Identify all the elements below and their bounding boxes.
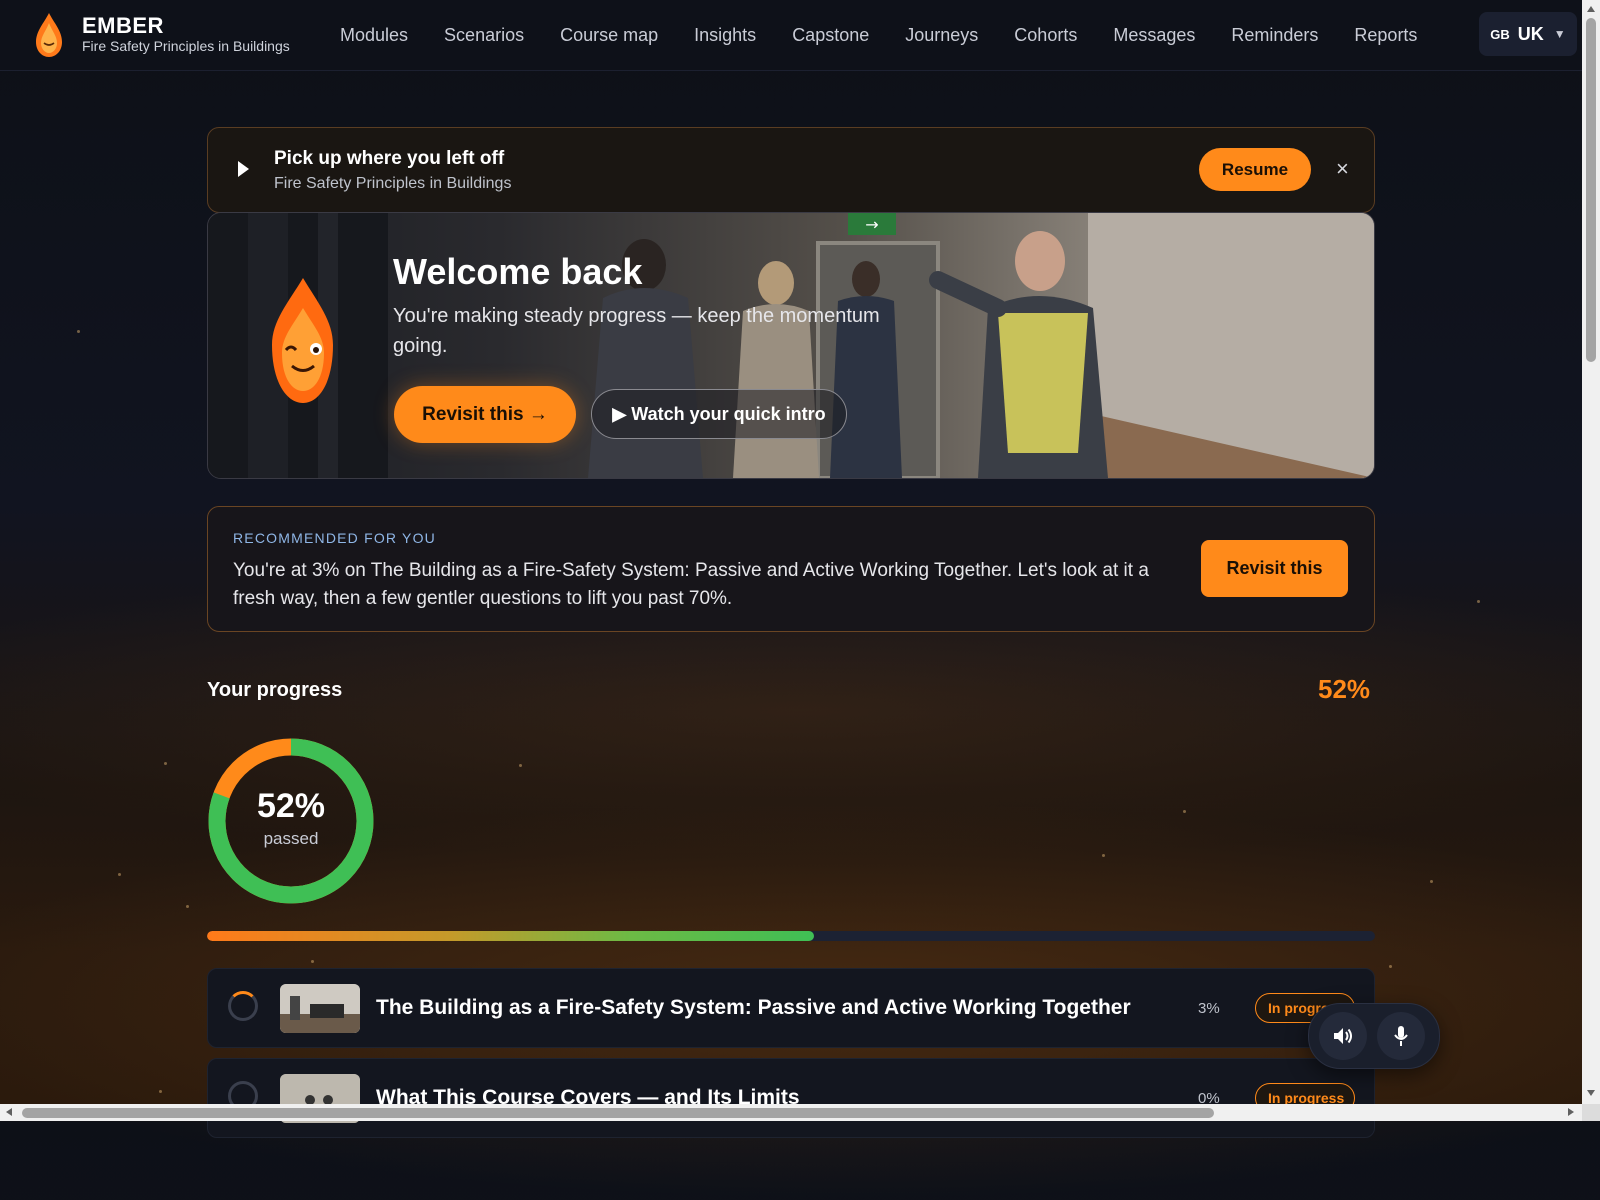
microphone-icon[interactable] bbox=[1377, 1012, 1425, 1060]
scroll-up-arrow[interactable] bbox=[1587, 6, 1595, 12]
nav-reminders[interactable]: Reminders bbox=[1231, 25, 1318, 46]
scroll-right-arrow[interactable] bbox=[1568, 1108, 1574, 1116]
audio-controls bbox=[1308, 1003, 1440, 1069]
brand-subtitle: Fire Safety Principles in Buildings bbox=[82, 38, 290, 54]
nav-cohorts[interactable]: Cohorts bbox=[1014, 25, 1077, 46]
play-icon: ▶ bbox=[612, 403, 627, 424]
svg-text:→: → bbox=[865, 215, 878, 234]
hero-heading: Welcome back bbox=[393, 251, 643, 292]
scroll-down-arrow[interactable] bbox=[1587, 1090, 1595, 1096]
hero-message: You're making steady progress — keep the… bbox=[393, 305, 880, 357]
recommendation-label: RECOMMENDED FOR YOU bbox=[233, 530, 436, 546]
language-label: UK bbox=[1517, 23, 1544, 44]
brand-name: EMBER bbox=[82, 13, 164, 38]
close-icon[interactable]: × bbox=[1336, 156, 1349, 182]
scroll-thumb[interactable] bbox=[22, 1108, 1214, 1118]
progress-ring-value: 52% bbox=[256, 787, 326, 825]
watch-intro-button[interactable]: ▶ Watch your quick intro bbox=[591, 389, 847, 439]
country-code: GB bbox=[1490, 26, 1510, 42]
scrollbar-corner bbox=[1582, 1104, 1600, 1121]
scroll-thumb[interactable] bbox=[1586, 18, 1596, 362]
resume-banner: Pick up where you left off Fire Safety P… bbox=[207, 127, 1375, 213]
horizontal-scrollbar[interactable] bbox=[0, 1104, 1582, 1121]
resume-subtitle: Fire Safety Principles in Buildings bbox=[274, 175, 512, 192]
module-row[interactable]: What This Course Covers — and Its Limits… bbox=[207, 1058, 1375, 1138]
revisit-button[interactable]: Revisit this → bbox=[394, 386, 576, 443]
recommendation-card: RECOMMENDED FOR YOU You're at 3% on The … bbox=[207, 506, 1375, 632]
module-title: The Building as a Fire-Safety System: Pa… bbox=[376, 996, 1131, 1019]
progress-ring: 52% passed bbox=[207, 737, 375, 905]
recommendation-text: You're at 3% on The Building as a Fire-S… bbox=[233, 560, 1149, 609]
status-ring-icon bbox=[228, 991, 258, 1021]
progress-title: Your progress bbox=[207, 679, 343, 701]
progress-percent: 52% bbox=[1318, 674, 1371, 704]
resume-title: Pick up where you left off bbox=[274, 148, 505, 169]
nav-modules[interactable]: Modules bbox=[340, 25, 408, 46]
module-thumbnail bbox=[280, 984, 360, 1033]
vertical-scrollbar[interactable] bbox=[1582, 0, 1600, 1104]
play-icon[interactable] bbox=[238, 161, 249, 177]
top-navigation-bar: EMBER Fire Safety Principles in Building… bbox=[0, 0, 1582, 71]
scroll-left-arrow[interactable] bbox=[6, 1108, 12, 1116]
recommendation-revisit-button[interactable]: Revisit this bbox=[1201, 540, 1348, 597]
language-selector[interactable]: GB UK ▼ bbox=[1479, 12, 1577, 56]
progress-bar-fill bbox=[207, 931, 815, 941]
main-nav: Modules Scenarios Course map Insights Ca… bbox=[340, 25, 1453, 46]
module-percent: 3% bbox=[1198, 1000, 1220, 1017]
nav-capstone[interactable]: Capstone bbox=[792, 25, 869, 46]
nav-messages[interactable]: Messages bbox=[1113, 25, 1195, 46]
progress-bar bbox=[207, 931, 1375, 941]
progress-ring-caption: passed bbox=[263, 829, 319, 848]
watch-intro-label: Watch your quick intro bbox=[631, 403, 826, 424]
chevron-down-icon: ▼ bbox=[1553, 27, 1566, 41]
nav-course-map[interactable]: Course map bbox=[560, 25, 658, 46]
module-row[interactable]: The Building as a Fire-Safety System: Pa… bbox=[207, 968, 1375, 1048]
nav-journeys[interactable]: Journeys bbox=[905, 25, 978, 46]
speaker-icon[interactable] bbox=[1319, 1012, 1367, 1060]
brand[interactable]: EMBER Fire Safety Principles in Building… bbox=[34, 11, 334, 59]
resume-button[interactable]: Resume bbox=[1199, 148, 1311, 191]
nav-insights[interactable]: Insights bbox=[694, 25, 756, 46]
nav-scenarios[interactable]: Scenarios bbox=[444, 25, 524, 46]
nav-reports[interactable]: Reports bbox=[1354, 25, 1417, 46]
welcome-hero: → Welcome back You're making steady prog… bbox=[207, 212, 1375, 479]
flame-icon bbox=[36, 13, 62, 57]
